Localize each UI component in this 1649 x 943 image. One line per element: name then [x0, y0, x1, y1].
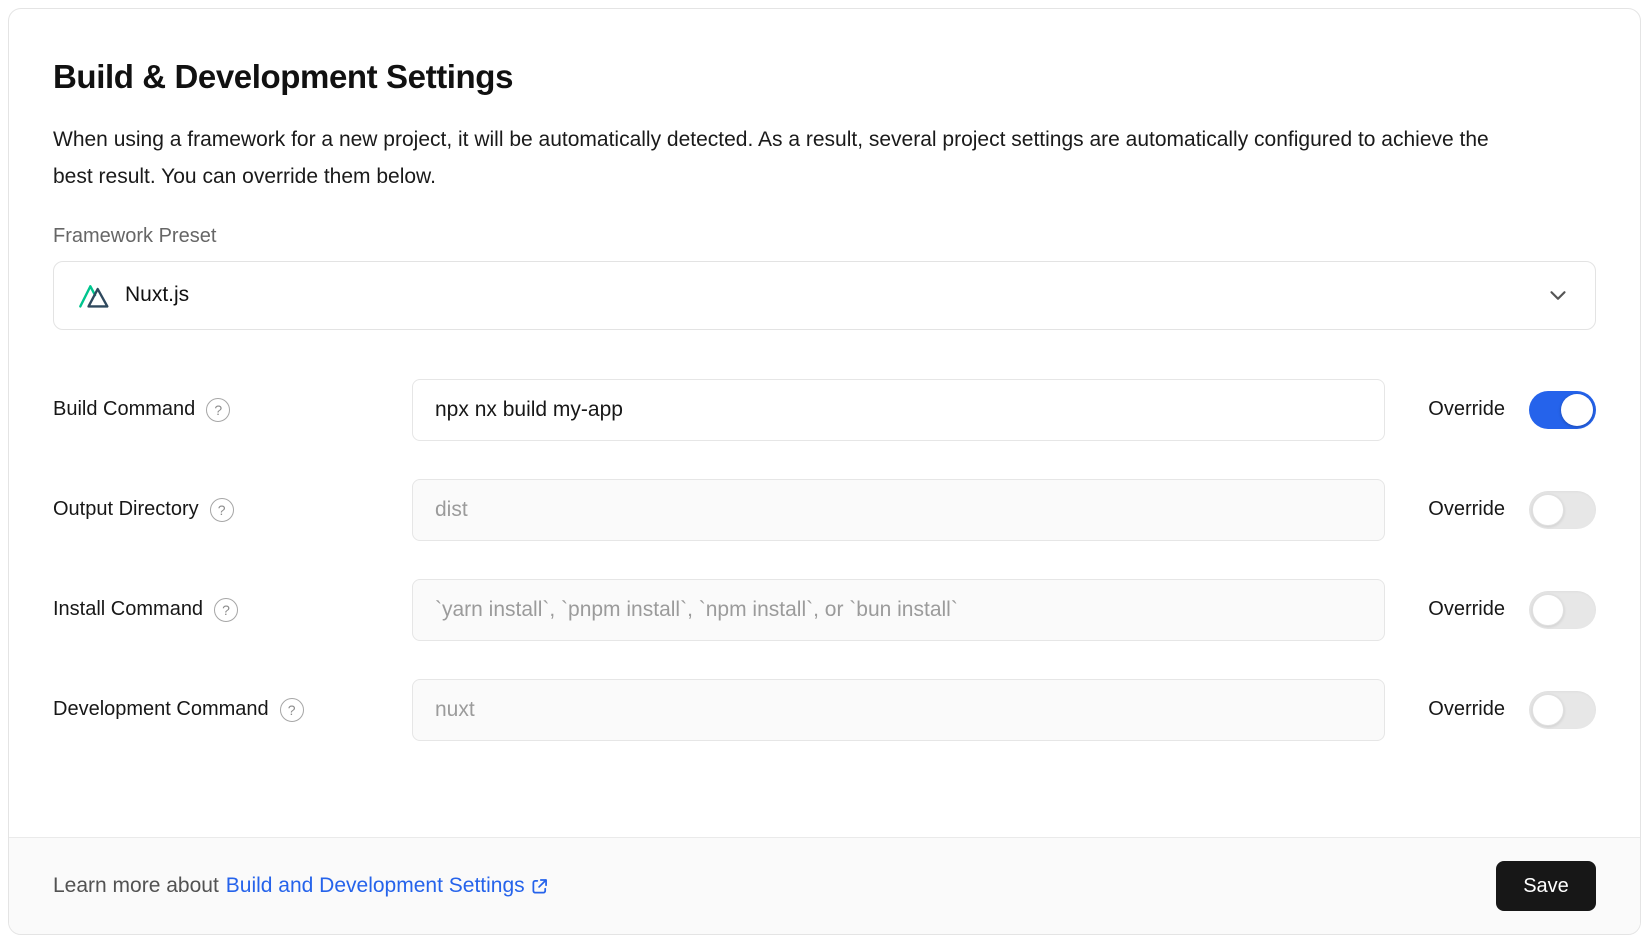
toggle-knob: [1532, 694, 1564, 726]
override-label: Override: [1428, 498, 1505, 521]
nuxt-logo-icon: [78, 280, 111, 310]
output-directory-row: Output Directory ? Override: [53, 479, 1596, 541]
card-footer: Learn more about Build and Development S…: [9, 837, 1640, 934]
question-mark-icon[interactable]: ?: [214, 598, 238, 622]
toggle-knob: [1532, 494, 1564, 526]
section-description: When using a framework for a new project…: [53, 121, 1503, 195]
learn-more-link[interactable]: Build and Development Settings: [226, 874, 550, 898]
toggle-knob: [1532, 594, 1564, 626]
output-directory-label: Output Directory: [53, 498, 199, 521]
build-command-row: Build Command ? Override: [53, 379, 1596, 441]
development-command-label: Development Command: [53, 698, 269, 721]
output-directory-override-toggle[interactable]: [1529, 491, 1596, 529]
save-button[interactable]: Save: [1496, 861, 1596, 911]
page-title: Build & Development Settings: [53, 57, 1596, 97]
override-label: Override: [1428, 598, 1505, 621]
settings-rows: Build Command ? Override Output Director…: [53, 379, 1596, 741]
build-command-label: Build Command: [53, 398, 195, 421]
learn-more-text: Learn more about Build and Development S…: [53, 874, 550, 898]
install-command-input: [412, 579, 1385, 641]
learn-more-prefix: Learn more about: [53, 874, 219, 898]
build-dev-settings-card: Build & Development Settings When using …: [8, 8, 1641, 935]
chevron-down-icon: [1545, 282, 1571, 308]
toggle-knob: [1561, 394, 1593, 426]
development-command-row: Development Command ? Override: [53, 679, 1596, 741]
development-command-input: [412, 679, 1385, 741]
install-command-row: Install Command ? Override: [53, 579, 1596, 641]
development-command-override-toggle[interactable]: [1529, 691, 1596, 729]
build-command-override-toggle[interactable]: [1529, 391, 1596, 429]
framework-preset-select[interactable]: Nuxt.js: [53, 261, 1596, 330]
override-label: Override: [1428, 398, 1505, 421]
question-mark-icon[interactable]: ?: [210, 498, 234, 522]
question-mark-icon[interactable]: ?: [280, 698, 304, 722]
install-command-label: Install Command: [53, 598, 203, 621]
framework-preset-value: Nuxt.js: [125, 283, 189, 307]
external-link-icon: [529, 876, 550, 897]
framework-preset-label: Framework Preset: [53, 225, 1596, 248]
install-command-override-toggle[interactable]: [1529, 591, 1596, 629]
question-mark-icon[interactable]: ?: [206, 398, 230, 422]
output-directory-input: [412, 479, 1385, 541]
override-label: Override: [1428, 698, 1505, 721]
build-command-input[interactable]: [412, 379, 1385, 441]
